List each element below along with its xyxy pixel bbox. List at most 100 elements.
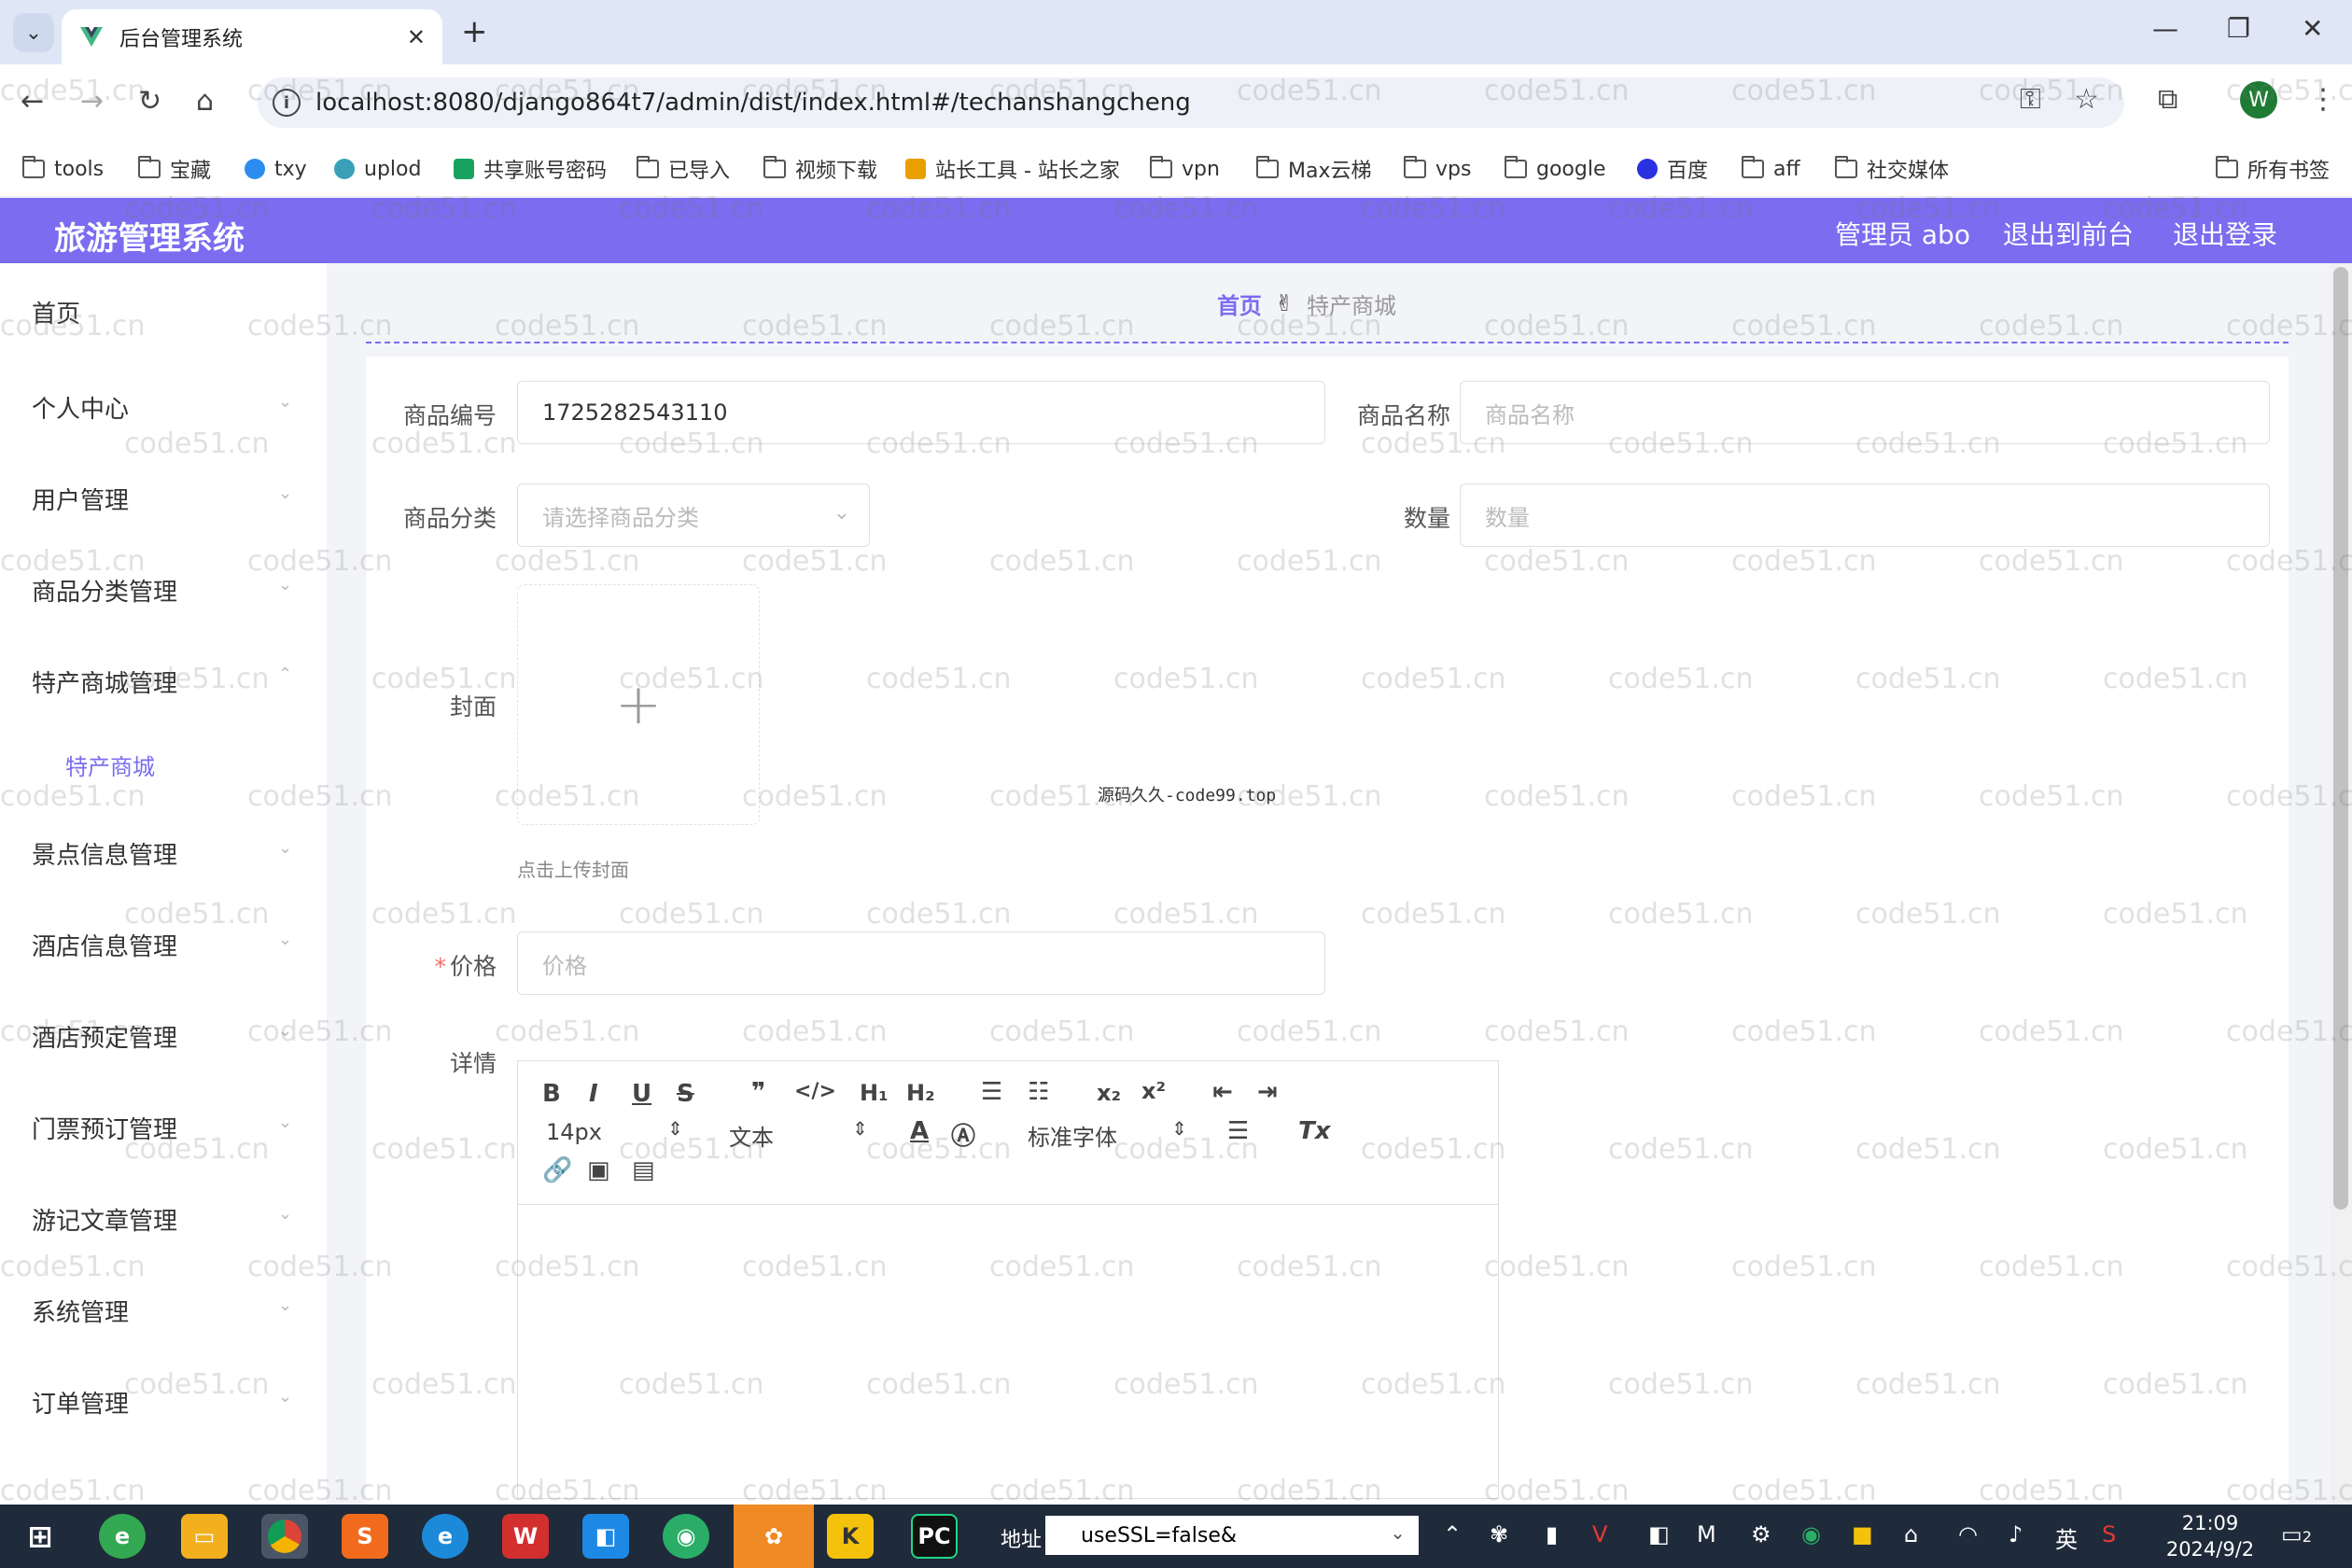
bookmark-baidu[interactable]: 百度 (1637, 150, 1708, 188)
sidebar-item-travel-articles[interactable]: 游记文章管理 (32, 1202, 177, 1237)
superscript-icon[interactable]: x² (1141, 1078, 1166, 1104)
sidebar-item-scenic[interactable]: 景点信息管理 (32, 836, 177, 871)
name-input[interactable]: 商品名称 (1460, 381, 2270, 444)
bullet-list-icon[interactable]: ☷ (1028, 1078, 1049, 1106)
tray-wechat-icon[interactable]: ◉ (1801, 1521, 1821, 1547)
forward-icon[interactable]: → (80, 85, 104, 118)
chrome-icon[interactable] (261, 1514, 308, 1559)
font-size-select[interactable]: 14px (546, 1119, 602, 1145)
tray-yellow-icon[interactable]: ■ (1852, 1521, 1873, 1547)
close-window-icon[interactable]: ✕ (2302, 13, 2323, 44)
clear-format-icon[interactable]: Tx (1298, 1117, 1331, 1145)
outdent-icon[interactable]: ⇤ (1212, 1078, 1233, 1106)
bookmark-social[interactable]: 社交媒体 (1835, 150, 1949, 188)
bookmark-uplod[interactable]: uplod (334, 150, 421, 188)
bookmark-baozang[interactable]: 宝藏 (138, 150, 211, 188)
tray-settings-icon[interactable]: ⚙ (1751, 1521, 1771, 1547)
sidebar-item-hotel[interactable]: 酒店信息管理 (32, 928, 177, 962)
h1-icon[interactable]: H₁ (860, 1080, 889, 1106)
bookmark-aff[interactable]: aff (1742, 150, 1800, 188)
editor-body[interactable] (518, 1206, 1498, 1499)
background-color-icon[interactable]: Ⓐ (951, 1117, 975, 1152)
link-icon[interactable]: 🔗 (542, 1156, 572, 1184)
blockquote-icon[interactable]: ❞ (751, 1078, 765, 1106)
volume-icon[interactable]: ♪ (2009, 1521, 2023, 1547)
scrollbar-thumb[interactable] (2333, 267, 2348, 1210)
bookmark-imported[interactable]: 已导入 (637, 150, 730, 188)
sidebar-item-system[interactable]: 系统管理 (32, 1294, 129, 1328)
tray-network-icon[interactable]: ⌂ (1904, 1521, 1918, 1547)
back-to-front-link[interactable]: 退出到前台 (2003, 215, 2134, 252)
bookmark-all[interactable]: 所有书签 (2216, 150, 2330, 188)
sidebar-item-home[interactable]: 首页 (32, 295, 80, 329)
underline-icon[interactable]: U (632, 1080, 651, 1108)
tray-s-icon[interactable]: S (2102, 1521, 2116, 1547)
browser-tab-active[interactable]: 后台管理系统 ✕ (62, 9, 442, 64)
ordered-list-icon[interactable]: ☰ (981, 1078, 1002, 1106)
sublime-icon[interactable]: S (342, 1514, 388, 1559)
reload-icon[interactable]: ↻ (138, 85, 161, 118)
address-bar[interactable]: i localhost:8080/django864t7/admin/dist/… (258, 77, 2124, 128)
h2-icon[interactable]: H₂ (906, 1080, 935, 1106)
sidebar-item-users[interactable]: 用户管理 (32, 482, 129, 516)
wps-icon[interactable]: W (502, 1514, 549, 1559)
tray-app-icon[interactable]: ✾ (1490, 1521, 1508, 1547)
notification-icon[interactable]: ▭2 (2281, 1521, 2312, 1547)
taskbar-address-input[interactable]: useSSL=false& ⌄ (1045, 1516, 1419, 1555)
tab-search-chevron-icon[interactable]: ⌄ (13, 13, 54, 52)
font-family-select[interactable]: 标准字体 (1028, 1119, 1117, 1152)
restore-icon[interactable]: ❐ (2227, 13, 2250, 44)
tray-remote-icon[interactable]: ◧ (1648, 1521, 1670, 1547)
price-input[interactable]: 价格 (517, 931, 1325, 995)
pycharm-icon[interactable]: PC (911, 1514, 958, 1559)
new-tab-icon[interactable]: + (461, 13, 488, 50)
tray-m-icon[interactable]: M (1697, 1521, 1716, 1547)
align-icon[interactable]: ☰ (1227, 1117, 1249, 1145)
category-select[interactable]: 请选择商品分类 ⌄ (517, 483, 870, 547)
profile-avatar[interactable]: W (2240, 81, 2277, 119)
bold-icon[interactable]: B (542, 1080, 561, 1108)
code-block-icon[interactable]: </> (794, 1080, 836, 1103)
home-icon[interactable]: ⌂ (196, 85, 214, 118)
app-orange-icon[interactable]: ✿ (734, 1505, 814, 1568)
italic-icon[interactable]: I (589, 1080, 598, 1108)
bookmark-shared-accounts[interactable]: 共享账号密码 (454, 150, 607, 188)
bookmark-google[interactable]: google (1505, 150, 1606, 188)
edge-icon[interactable]: e (422, 1514, 469, 1559)
bookmark-max[interactable]: Max云梯 (1256, 150, 1371, 188)
app-360-icon[interactable]: e (99, 1514, 146, 1559)
site-info-icon[interactable]: i (273, 89, 301, 117)
sidebar-item-orders[interactable]: 订单管理 (32, 1385, 129, 1420)
bookmark-tools[interactable]: tools (22, 150, 104, 188)
bookmark-txy[interactable]: txy (245, 150, 307, 188)
sidebar-item-hotel-booking[interactable]: 酒店预定管理 (32, 1019, 177, 1054)
remote-icon[interactable]: ◧ (582, 1514, 629, 1559)
qty-input[interactable]: 数量 (1460, 483, 2270, 547)
wifi-icon[interactable]: ◠ (1958, 1521, 1978, 1547)
extensions-icon[interactable]: ⧉ (2158, 83, 2177, 116)
sidebar-item-profile[interactable]: 个人中心 (32, 390, 129, 425)
sidebar-subitem-specialty-mall[interactable]: 特产商城 (65, 749, 155, 781)
bookmark-video-download[interactable]: 视频下载 (763, 150, 877, 188)
tray-v-icon[interactable]: V (1592, 1521, 1607, 1547)
page-scrollbar[interactable] (2330, 263, 2352, 1505)
indent-icon[interactable]: ⇥ (1257, 1078, 1278, 1106)
windows-start-icon[interactable]: ⊞ (17, 1514, 63, 1559)
app-yellow-icon[interactable]: K (827, 1514, 874, 1559)
tray-expand-icon[interactable]: ⌃ (1443, 1521, 1462, 1547)
tray-pen-icon[interactable]: ▮ (1546, 1521, 1558, 1547)
code-input[interactable]: 1725282543110 (517, 381, 1325, 444)
minimize-icon[interactable]: — (2152, 13, 2178, 44)
bookmark-vps[interactable]: vps (1404, 150, 1471, 188)
bookmark-chinaz[interactable]: 站长工具 - 站长之家 (905, 150, 1120, 188)
bookmark-vpn[interactable]: vpn (1150, 150, 1220, 188)
sidebar-item-ticket-booking[interactable]: 门票预订管理 (32, 1111, 177, 1145)
cover-uploader[interactable]: + (517, 584, 760, 825)
ime-indicator[interactable]: 英 (2055, 1521, 2078, 1554)
wechat-icon[interactable]: ◉ (663, 1514, 709, 1559)
subscript-icon[interactable]: x₂ (1097, 1080, 1121, 1106)
logout-link[interactable]: 退出登录 (2173, 215, 2277, 252)
back-icon[interactable]: ← (21, 85, 44, 118)
tab-close-icon[interactable]: ✕ (407, 24, 426, 50)
sidebar-item-category[interactable]: 商品分类管理 (32, 573, 177, 608)
